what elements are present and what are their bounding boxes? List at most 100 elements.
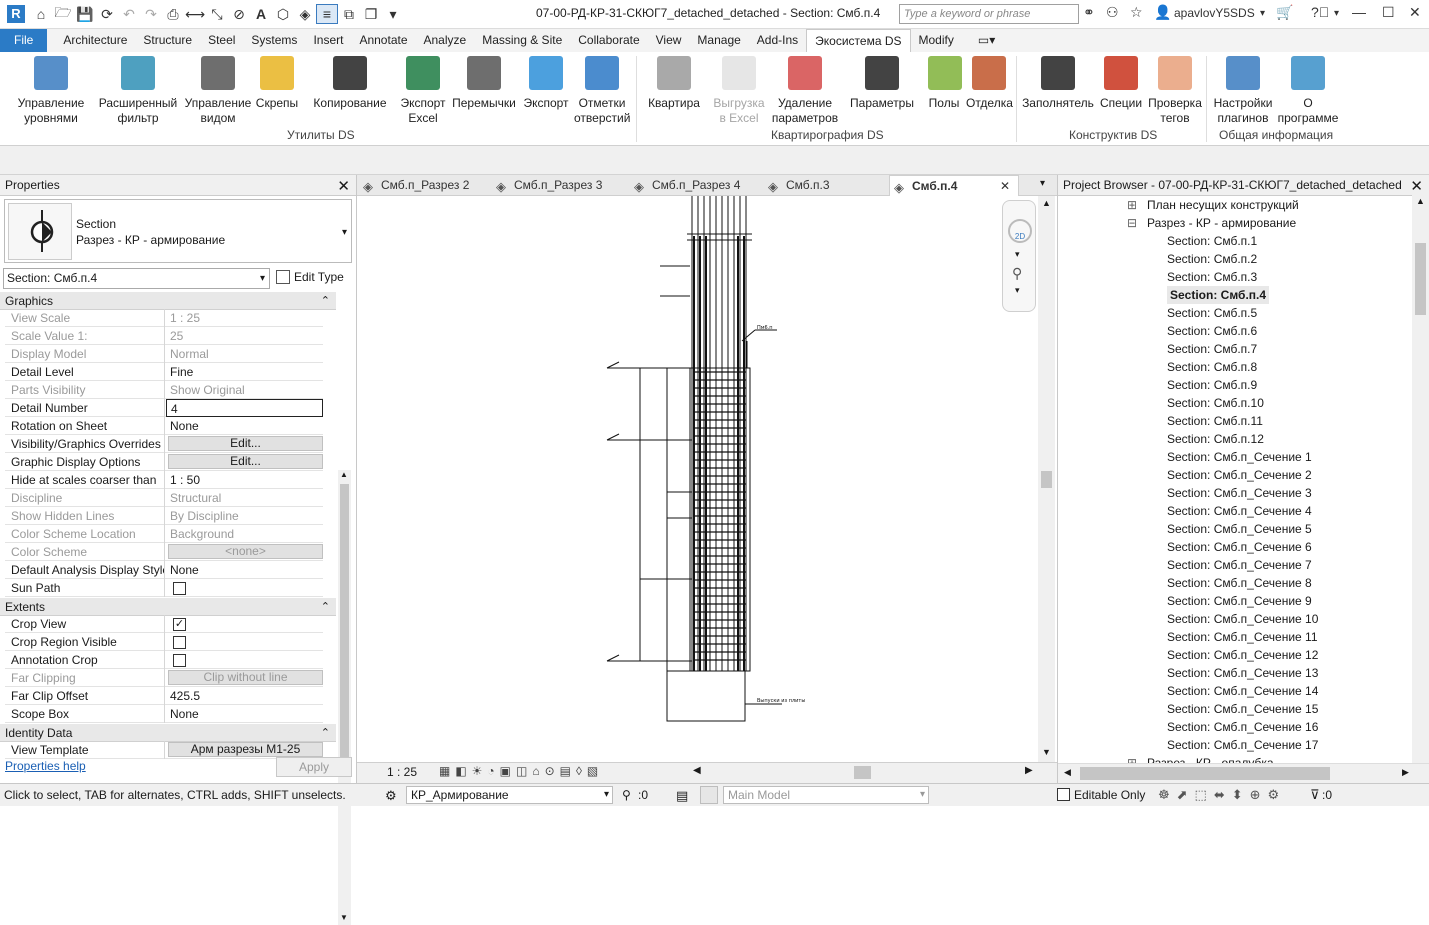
- view-tab[interactable]: ◈ Смб.п_Разрез 2: [359, 175, 489, 196]
- zoom-icon[interactable]: ⚲: [1012, 265, 1022, 282]
- cart-icon[interactable]: 🛒: [1276, 4, 1293, 21]
- canvas-vertical-scrollbar[interactable]: ▲ ▼: [1038, 196, 1055, 762]
- property-row[interactable]: Far Clip Offset 425.5: [5, 687, 323, 705]
- h-scroll-thumb[interactable]: [854, 766, 871, 779]
- user-name[interactable]: apavlovY5SDS: [1174, 6, 1255, 20]
- scroll-up-icon[interactable]: ▲: [1042, 198, 1051, 208]
- design-option-select[interactable]: Main Model ▾: [723, 786, 929, 804]
- browser-view-item[interactable]: Section: Смб.п.3: [1167, 268, 1257, 286]
- property-value[interactable]: [166, 651, 323, 669]
- communication-icon[interactable]: ⚇: [1106, 4, 1119, 21]
- browser-group[interactable]: Разрез - КР - армирование: [1147, 214, 1296, 232]
- instance-selector[interactable]: Section: Смб.п.4 ▾: [3, 268, 270, 289]
- property-value[interactable]: 425.5: [166, 687, 323, 705]
- property-checkbox[interactable]: [173, 636, 186, 649]
- browser-view-item[interactable]: Section: Смб.п_Сечение 3: [1167, 484, 1312, 502]
- maximize-icon[interactable]: ☐: [1382, 4, 1395, 21]
- ribbon-button[interactable]: Выгрузка в Excel: [712, 56, 766, 126]
- browser-view-item[interactable]: Section: Смб.п.5: [1167, 304, 1257, 322]
- print-icon[interactable]: ⎙: [162, 4, 184, 24]
- close-hidden-icon[interactable]: ⧉: [338, 4, 360, 24]
- property-row[interactable]: Rotation on Sheet None: [5, 417, 323, 435]
- collapse-icon[interactable]: ⌃: [321, 598, 330, 616]
- scroll-right-icon[interactable]: ▶: [1025, 765, 1033, 776]
- qat-dropdown-icon[interactable]: ▾: [382, 4, 404, 24]
- property-value[interactable]: Normal: [166, 345, 323, 363]
- property-row[interactable]: Visibility/Graphics Overrides Edit...: [5, 435, 323, 453]
- ribbon-button[interactable]: Расширенный фильтр: [96, 56, 180, 126]
- close-tab-icon[interactable]: ✕: [1000, 176, 1010, 197]
- ribbon-tab[interactable]: Structure: [135, 29, 200, 52]
- ribbon-button[interactable]: Копирование: [310, 56, 390, 111]
- property-value[interactable]: By Discipline: [166, 507, 323, 525]
- close-icon[interactable]: ✕: [337, 176, 350, 197]
- browser-view-item[interactable]: Section: Смб.п_Сечение 10: [1167, 610, 1318, 628]
- scroll-up-icon[interactable]: ▲: [340, 470, 348, 479]
- ribbon-button[interactable]: Управление видом: [183, 56, 253, 126]
- collapse-icon[interactable]: ⌃: [321, 724, 330, 742]
- ribbon-button[interactable]: Отделка: [966, 56, 1013, 111]
- property-value[interactable]: Edit...: [166, 453, 323, 471]
- type-selector[interactable]: Section Разрез - КР - армирование ▾: [4, 199, 352, 263]
- binoculars-icon[interactable]: ⚭: [1083, 4, 1095, 21]
- steering-wheel-icon[interactable]: 2D: [1008, 219, 1032, 243]
- browser-scrollbar[interactable]: ▲: [1412, 195, 1429, 765]
- property-value[interactable]: Show Original: [166, 381, 323, 399]
- wheel-dropdown-icon[interactable]: ▾: [1015, 249, 1020, 260]
- property-row[interactable]: Discipline Structural: [5, 489, 323, 507]
- property-button[interactable]: Edit...: [168, 454, 323, 469]
- minimize-icon[interactable]: —: [1352, 4, 1366, 20]
- property-row[interactable]: Far Clipping Clip without line: [5, 669, 323, 687]
- apply-button[interactable]: Apply: [276, 757, 352, 777]
- browser-view-item[interactable]: Section: Смб.п_Сечение 12: [1167, 646, 1318, 664]
- property-value[interactable]: <none>: [166, 543, 323, 561]
- browser-view-item[interactable]: Section: Смб.п_Сечение 5: [1167, 520, 1312, 538]
- thin-lines-icon[interactable]: ≡: [316, 4, 338, 24]
- browser-view-item[interactable]: Section: Смб.п.2: [1167, 250, 1257, 268]
- scroll-thumb[interactable]: [1080, 767, 1330, 780]
- browser-view-item[interactable]: Section: Смб.п.4: [1167, 286, 1270, 304]
- property-row[interactable]: Annotation Crop: [5, 651, 323, 669]
- revit-app-icon[interactable]: R: [2, 4, 30, 24]
- section-icon[interactable]: ◈: [294, 4, 316, 24]
- selection-filter-icons[interactable]: ☸⬈⬚⬌⬍⊕⚙: [1158, 784, 1286, 806]
- property-row[interactable]: Crop View ✓: [5, 615, 323, 633]
- ribbon-button[interactable]: Управление уровнями: [16, 56, 86, 126]
- help-icon[interactable]: ?⃝: [1311, 4, 1329, 20]
- ribbon-button[interactable]: Перемычки: [450, 56, 518, 111]
- view-tab[interactable]: ◈ Смб.п.3: [764, 175, 886, 196]
- browser-view-item[interactable]: Section: Смб.п_Сечение 17: [1167, 736, 1318, 754]
- browser-view-item[interactable]: Section: Смб.п.10: [1167, 394, 1264, 412]
- 3d-view-icon[interactable]: ⬡: [272, 4, 294, 24]
- ribbon-tab[interactable]: Systems: [243, 29, 305, 52]
- browser-view-item[interactable]: Section: Смб.п_Сечение 14: [1167, 682, 1318, 700]
- ribbon-button[interactable]: Скрепы: [253, 56, 301, 111]
- ribbon-button[interactable]: Проверка тегов: [1148, 56, 1202, 126]
- property-value[interactable]: None: [166, 705, 323, 723]
- browser-view-item[interactable]: Section: Смб.п_Сечение 16: [1167, 718, 1318, 736]
- property-row[interactable]: Parts Visibility Show Original: [5, 381, 323, 399]
- browser-view-item[interactable]: Section: Смб.п_Сечение 4: [1167, 502, 1312, 520]
- properties-help-link[interactable]: Properties help: [5, 759, 86, 773]
- property-value[interactable]: Background: [166, 525, 323, 543]
- scroll-down-icon[interactable]: ▼: [340, 913, 348, 922]
- property-row[interactable]: Sun Path: [5, 579, 323, 597]
- property-button[interactable]: Clip without line: [168, 670, 323, 685]
- property-row[interactable]: Display Model Normal: [5, 345, 323, 363]
- property-row[interactable]: View Scale 1 : 25: [5, 309, 323, 327]
- ribbon-tab[interactable]: Analyze: [416, 29, 475, 52]
- drawing-canvas[interactable]: Пм6.п Выпуски из плиты: [357, 196, 1057, 762]
- property-group[interactable]: Extents ⌃: [0, 598, 336, 616]
- browser-view-item[interactable]: Section: Смб.п.9: [1167, 376, 1257, 394]
- save-icon[interactable]: 💾: [74, 4, 96, 24]
- ribbon-button[interactable]: Отметки отверстий: [574, 56, 630, 126]
- help-dropdown-icon[interactable]: ▾: [1334, 8, 1339, 19]
- property-row[interactable]: Scale Value 1: 25: [5, 327, 323, 345]
- browser-view-item[interactable]: Section: Смб.п.8: [1167, 358, 1257, 376]
- ribbon-tab[interactable]: Manage: [689, 29, 748, 52]
- ribbon-tab[interactable]: Collaborate: [570, 29, 647, 52]
- property-group[interactable]: Identity Data ⌃: [0, 724, 336, 742]
- browser-view-item[interactable]: Section: Смб.п_Сечение 2: [1167, 466, 1312, 484]
- scroll-down-icon[interactable]: ▼: [1042, 747, 1051, 757]
- expand-icon[interactable]: ⊟: [1127, 214, 1137, 232]
